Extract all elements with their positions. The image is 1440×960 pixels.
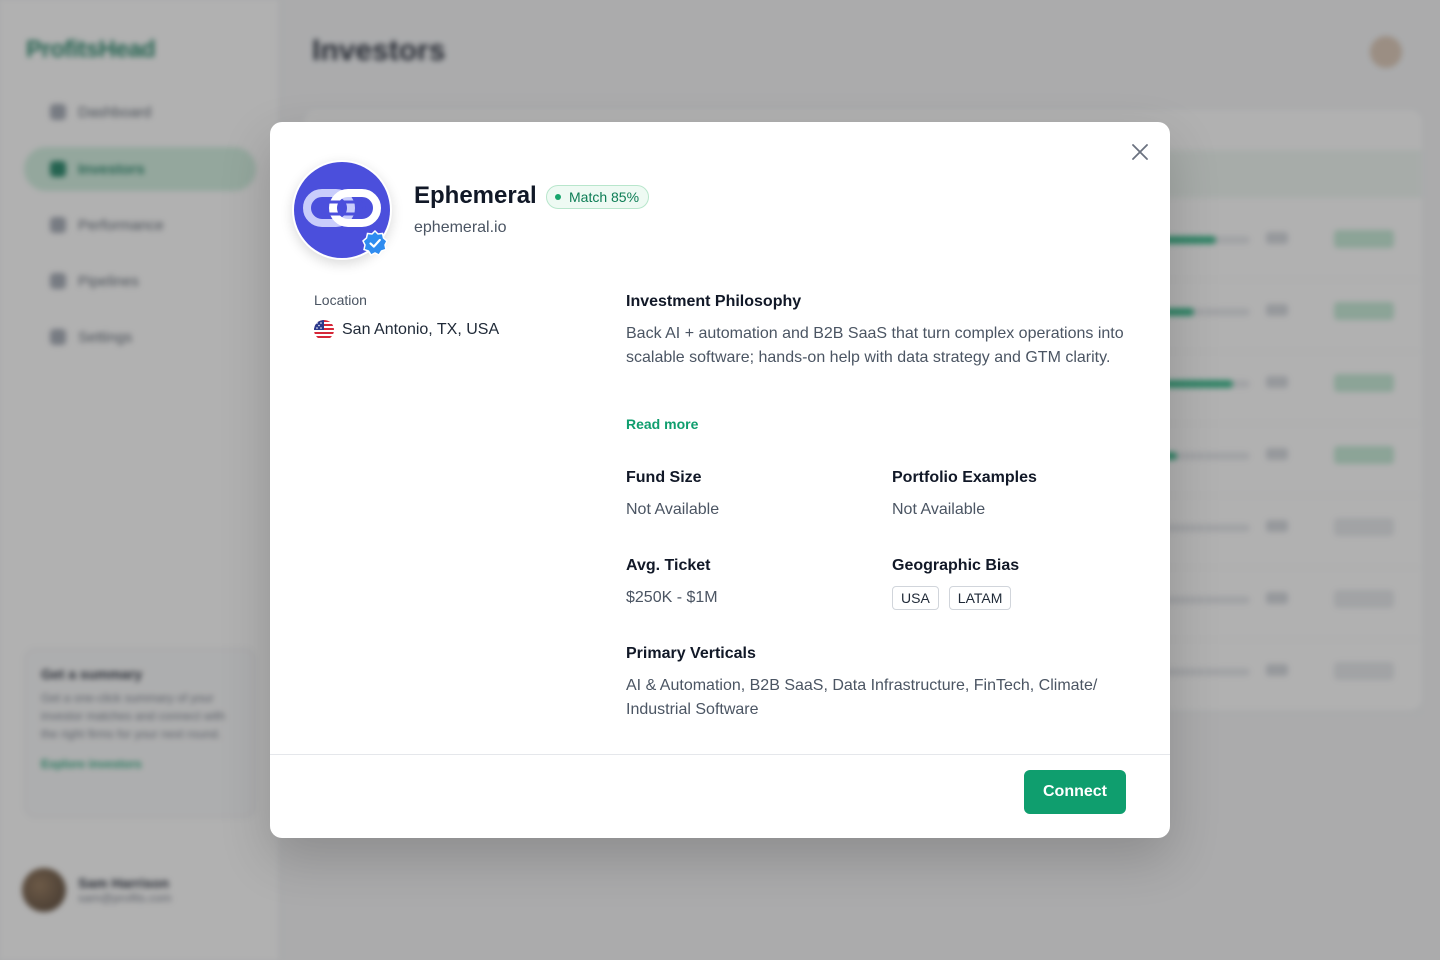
portfolio-value: Not Available xyxy=(892,501,986,518)
match-label: Match 85% xyxy=(569,189,640,205)
match-badge: Match 85% xyxy=(546,185,650,209)
connect-button[interactable]: Connect xyxy=(1024,770,1126,814)
philosophy-text: Back AI + automation and B2B SaaS that t… xyxy=(626,325,1124,366)
geo-tags: USA LATAM xyxy=(892,586,1012,610)
portfolio-title: Portfolio Examples xyxy=(892,469,1037,486)
fund-size-title: Fund Size xyxy=(626,469,702,486)
location-label: Location xyxy=(314,292,367,308)
us-flag-icon xyxy=(314,320,334,340)
geo-tag-latam: LATAM xyxy=(948,586,1012,610)
geo-tag-usa: USA xyxy=(892,586,939,610)
close-button[interactable] xyxy=(1130,142,1150,162)
avg-ticket-title: Avg. Ticket xyxy=(626,557,711,574)
verified-badge-icon xyxy=(362,230,388,256)
location-value-row: San Antonio, TX, USA xyxy=(314,320,499,340)
modal-footer-divider xyxy=(270,754,1170,755)
close-icon xyxy=(1132,144,1148,160)
avg-ticket-value: $250K - $1M xyxy=(626,589,718,606)
company-logo xyxy=(292,160,392,260)
match-dot-icon xyxy=(555,194,561,200)
read-more-link[interactable]: Read more xyxy=(626,416,698,432)
verticals-title: Primary Verticals xyxy=(626,645,756,662)
verticals-text: AI & Automation, B2B SaaS, Data Infrastr… xyxy=(626,677,1098,718)
investor-detail-modal: Ephemeral Match 85% ephemeral.io Locatio… xyxy=(270,122,1170,838)
geo-bias-title: Geographic Bias xyxy=(892,557,1020,574)
company-name: Ephemeral xyxy=(414,182,537,209)
fund-size-value: Not Available xyxy=(626,501,720,518)
location-value: San Antonio, TX, USA xyxy=(342,321,500,338)
company-url[interactable]: ephemeral.io xyxy=(414,219,507,237)
philosophy-title: Investment Philosophy xyxy=(626,293,802,310)
